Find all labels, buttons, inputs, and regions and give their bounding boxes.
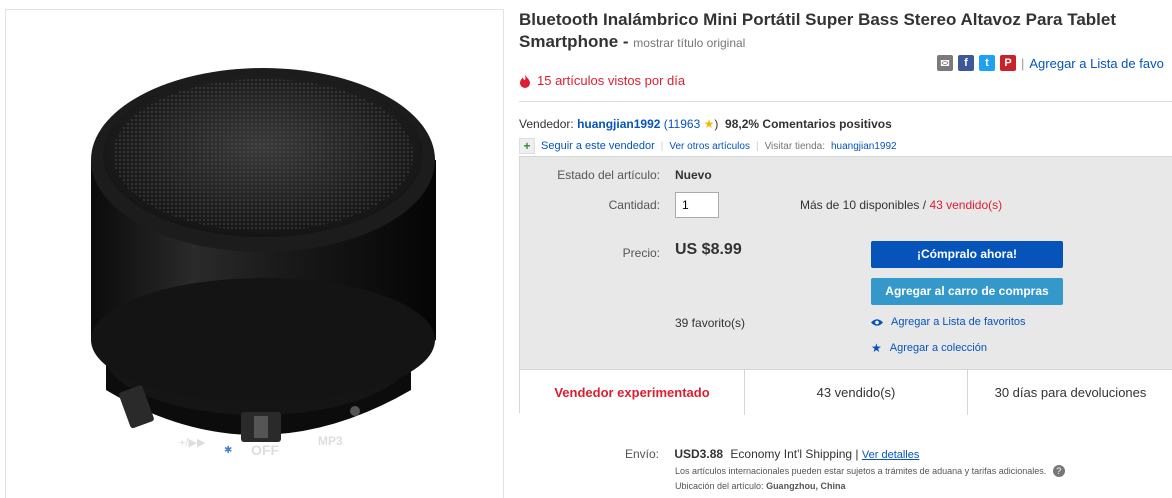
quantity-input[interactable] bbox=[675, 192, 719, 218]
add-to-watchlist-link[interactable]: Agregar a Lista de favoritos bbox=[871, 316, 1026, 328]
title-line-1: Bluetooth Inalámbrico Mini Portátil Supe… bbox=[519, 10, 1117, 29]
svg-text:OFF: OFF bbox=[251, 442, 279, 458]
price-value: US $8.99 bbox=[675, 241, 742, 258]
experienced-seller-badge: Vendedor experimentado bbox=[520, 370, 745, 415]
show-original-title-link[interactable]: mostrar título original bbox=[633, 36, 745, 50]
store-link[interactable]: huangjian1992 bbox=[831, 141, 897, 152]
store-label: Visitar tienda: bbox=[764, 140, 825, 152]
add-watch-label: Agregar a Lista de favoritos bbox=[891, 316, 1026, 328]
see-other-items-link[interactable]: Ver otros artículos bbox=[669, 141, 750, 152]
shipping-details-link[interactable]: Ver detalles bbox=[862, 449, 919, 461]
email-icon[interactable]: ✉ bbox=[937, 55, 953, 71]
availability-slash: / bbox=[919, 198, 930, 212]
sold-stat: 43 vendido(s) bbox=[745, 370, 968, 415]
positive-percent: 98,2% bbox=[725, 117, 760, 131]
location-value: Guangzhou, China bbox=[766, 481, 846, 491]
add-collection-label: Agregar a colección bbox=[889, 342, 987, 354]
shipping-label: Envío: bbox=[624, 447, 659, 461]
svg-text:✱: ✱ bbox=[224, 445, 232, 456]
availability: Más de 10 disponibles / 43 vendido(s) bbox=[800, 198, 1002, 212]
purchase-panel: Estado del artículo: Nuevo Cantidad: Más… bbox=[519, 156, 1172, 415]
shipping-price: USD3.88 bbox=[674, 447, 724, 461]
item-title: Bluetooth Inalámbrico Mini Portátil Supe… bbox=[519, 9, 1169, 54]
returns-stat: 30 días para devoluciones bbox=[994, 385, 1147, 400]
shipping-row: Envío: USD3.88 Economy Int'l Shipping | … bbox=[519, 447, 919, 461]
divider bbox=[519, 101, 1172, 102]
follow-seller-link[interactable]: Seguir a este vendedor bbox=[541, 140, 655, 152]
facebook-icon[interactable]: f bbox=[958, 55, 974, 71]
flame-icon bbox=[520, 73, 530, 88]
share-bar: ✉ f t P | Agregar a Lista de favo bbox=[937, 55, 1164, 71]
speaker-image: OFF MP3 +/▶▶ ✱ bbox=[91, 68, 436, 458]
svg-text:MP3: MP3 bbox=[318, 434, 343, 448]
seller-stats: Vendedor experimentado 43 vendido(s) 30 … bbox=[520, 369, 1172, 415]
twitter-icon[interactable]: t bbox=[979, 55, 995, 71]
plus-icon[interactable]: + bbox=[519, 138, 535, 154]
title-separator: - bbox=[618, 32, 634, 51]
quantity-label: Cantidad: bbox=[608, 198, 660, 212]
item-location: Ubicación del artículo: Guangzhou, China bbox=[675, 481, 846, 491]
seller-name-link[interactable]: huangjian1992 bbox=[577, 117, 660, 131]
seller-info: Vendedor: huangjian1992 (11963 ★) 98,2% … bbox=[519, 117, 892, 131]
svg-text:+/▶▶: +/▶▶ bbox=[179, 437, 206, 449]
blue-star-icon: ★ bbox=[871, 341, 882, 355]
buy-it-now-button[interactable]: ¡Cómpralo ahora! bbox=[871, 241, 1063, 268]
share-divider: | bbox=[1021, 55, 1025, 71]
available-text: Más de 10 disponibles bbox=[800, 198, 920, 212]
add-to-watchlist-link-top[interactable]: Agregar a Lista de favo bbox=[1029, 56, 1163, 71]
add-to-cart-button[interactable]: Agregar al carro de compras bbox=[871, 278, 1063, 305]
customs-note: Los artículos internacionales pueden est… bbox=[675, 465, 1065, 477]
condition-label: Estado del artículo: bbox=[557, 168, 660, 182]
sold-count-link[interactable]: 43 vendido(s) bbox=[929, 198, 1002, 212]
seller-label: Vendedor: bbox=[519, 117, 574, 131]
positive-label: Comentarios positivos bbox=[762, 117, 892, 131]
title-line-2: Smartphone bbox=[519, 32, 619, 51]
views-per-day: 15 artículos vistos por día bbox=[519, 73, 685, 88]
seller-links: + Seguir a este vendedor | Ver otros art… bbox=[519, 138, 897, 154]
price-label: Precio: bbox=[622, 246, 660, 260]
customs-note-text: Los artículos internacionales pueden est… bbox=[675, 466, 1047, 476]
star-icon: ★ bbox=[703, 117, 715, 131]
favorites-count: 39 favorito(s) bbox=[675, 316, 746, 330]
help-icon[interactable]: ? bbox=[1052, 465, 1065, 477]
shipping-service: Economy Int'l Shipping | bbox=[730, 447, 859, 461]
add-to-collection-link[interactable]: ★ Agregar a colección bbox=[871, 341, 987, 355]
product-image[interactable]: OFF MP3 +/▶▶ ✱ bbox=[5, 9, 504, 498]
views-text: 15 artículos vistos por día bbox=[537, 73, 686, 88]
feedback-score-link[interactable]: (11963 bbox=[664, 117, 700, 131]
feedback-close: ) bbox=[714, 117, 719, 131]
pinterest-icon[interactable]: P bbox=[1000, 55, 1016, 71]
condition-value: Nuevo bbox=[675, 168, 712, 182]
location-label: Ubicación del artículo: bbox=[675, 481, 764, 491]
eye-icon bbox=[871, 318, 883, 326]
